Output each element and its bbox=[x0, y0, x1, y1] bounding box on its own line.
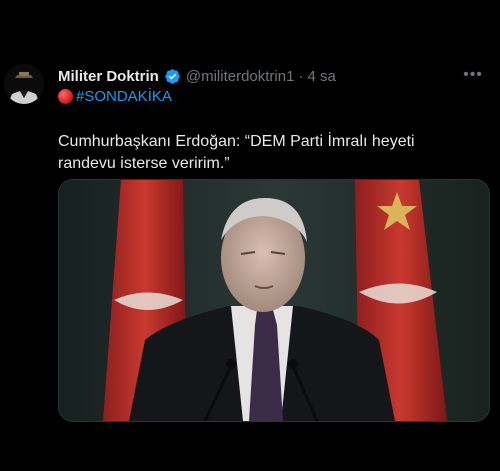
tweet-text: Cumhurbaşkanı Erdoğan: “DEM Parti İmralı… bbox=[58, 133, 415, 172]
red-circle-emoji bbox=[58, 89, 73, 104]
avatar-image bbox=[4, 64, 44, 104]
timestamp[interactable]: 4 sa bbox=[307, 68, 335, 85]
hashtag-link[interactable]: #SONDAKİKA bbox=[76, 88, 172, 105]
more-options-icon[interactable]: ••• bbox=[462, 64, 484, 86]
avatar[interactable] bbox=[4, 64, 44, 104]
author-handle[interactable]: @militerdoktrin1 bbox=[186, 68, 295, 85]
hashtag-line: #SONDAKİKA bbox=[58, 88, 172, 105]
author-name[interactable]: Militer Doktrin bbox=[58, 68, 159, 85]
separator-dot: · bbox=[298, 67, 304, 85]
tweet-media-image[interactable] bbox=[58, 179, 490, 422]
verified-badge-icon bbox=[164, 68, 181, 85]
tweet-header: Militer Doktrin @militerdoktrin1 · 4 sa bbox=[58, 65, 484, 87]
